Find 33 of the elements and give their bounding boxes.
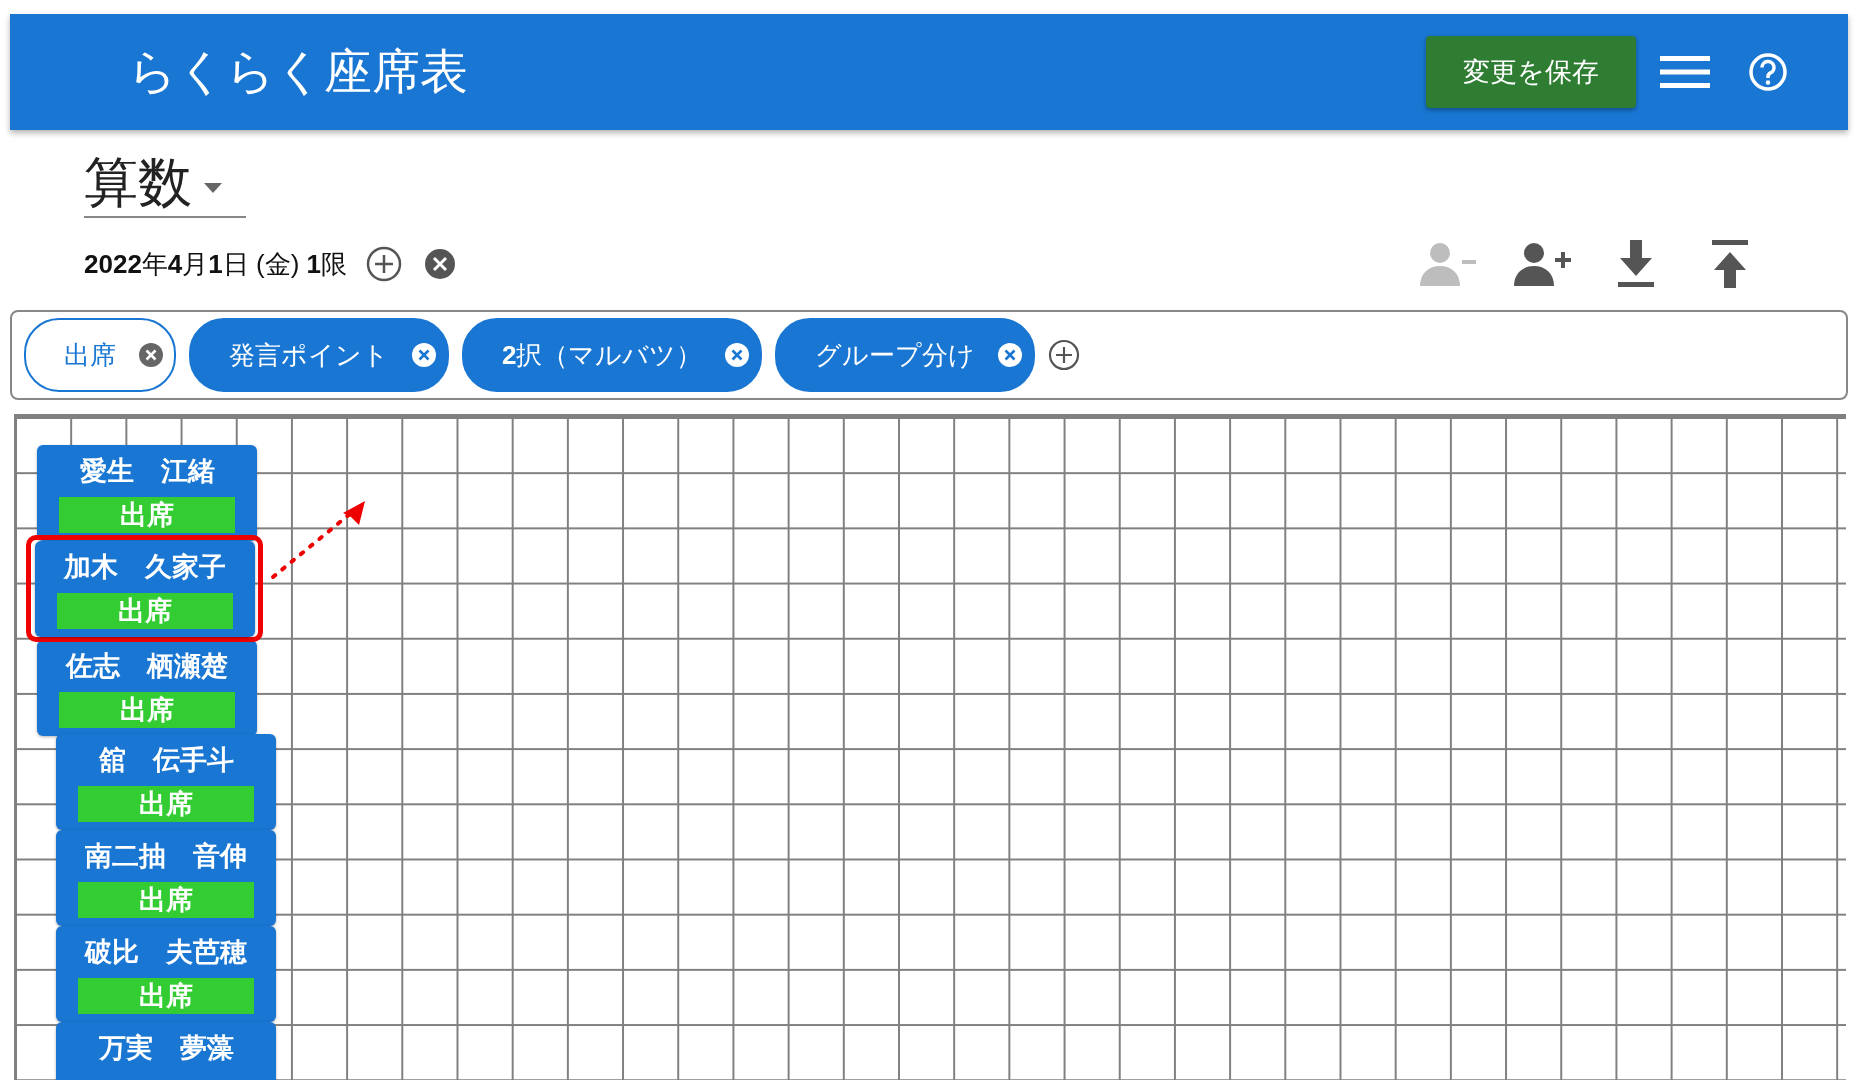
close-icon[interactable] — [724, 342, 751, 368]
student-card[interactable]: 佐志 栖瀬楚 出席 — [37, 640, 257, 736]
student-name: 佐志 栖瀬楚 — [66, 650, 228, 683]
plus-icon — [365, 245, 403, 283]
student-name: 破比 夫芭穂 — [85, 936, 247, 969]
plus-icon — [1048, 339, 1081, 371]
student-name: 南二抽 音伸 — [85, 840, 247, 873]
subject-dropdown[interactable]: 算数 — [84, 150, 246, 218]
help-icon[interactable] — [1748, 52, 1788, 92]
tab-chip[interactable]: 発言ポイント — [189, 318, 449, 392]
student-card[interactable]: 加木 久家子 出席 — [35, 541, 255, 637]
tab-chip[interactable]: グループ分け — [775, 318, 1036, 392]
close-icon[interactable] — [411, 342, 437, 368]
student-name: 万実 夢藻 — [98, 1032, 234, 1065]
caret-icon — [204, 183, 222, 193]
student-card[interactable]: 万実 夢藻 — [56, 1022, 276, 1080]
student-card[interactable]: 南二抽 音伸 出席 — [56, 830, 276, 926]
tab-chip[interactable]: 出席 — [24, 318, 176, 392]
add-tab-button[interactable] — [1048, 339, 1081, 371]
close-icon[interactable] — [138, 342, 164, 368]
student-card[interactable]: 破比 夫芭穂 出席 — [56, 926, 276, 1022]
add-session-button[interactable] — [365, 245, 403, 283]
student-card[interactable]: 愛生 江緒 出席 — [37, 445, 257, 541]
menu-icon[interactable] — [1660, 54, 1710, 90]
student-name: 愛生 江緒 — [79, 455, 215, 488]
student-card[interactable]: 舘 伝手斗 出席 — [56, 734, 276, 830]
student-name: 舘 伝手斗 — [98, 744, 234, 777]
close-icon[interactable] — [997, 342, 1024, 368]
app-title: らくらく座席表 — [128, 44, 469, 100]
tab-chip[interactable]: 2択（マルバツ） — [462, 318, 763, 392]
student-name: 加木 久家子 — [64, 551, 226, 584]
save-button[interactable]: 変更を保存 — [1426, 36, 1636, 108]
subject-label: 算数 — [84, 150, 192, 214]
